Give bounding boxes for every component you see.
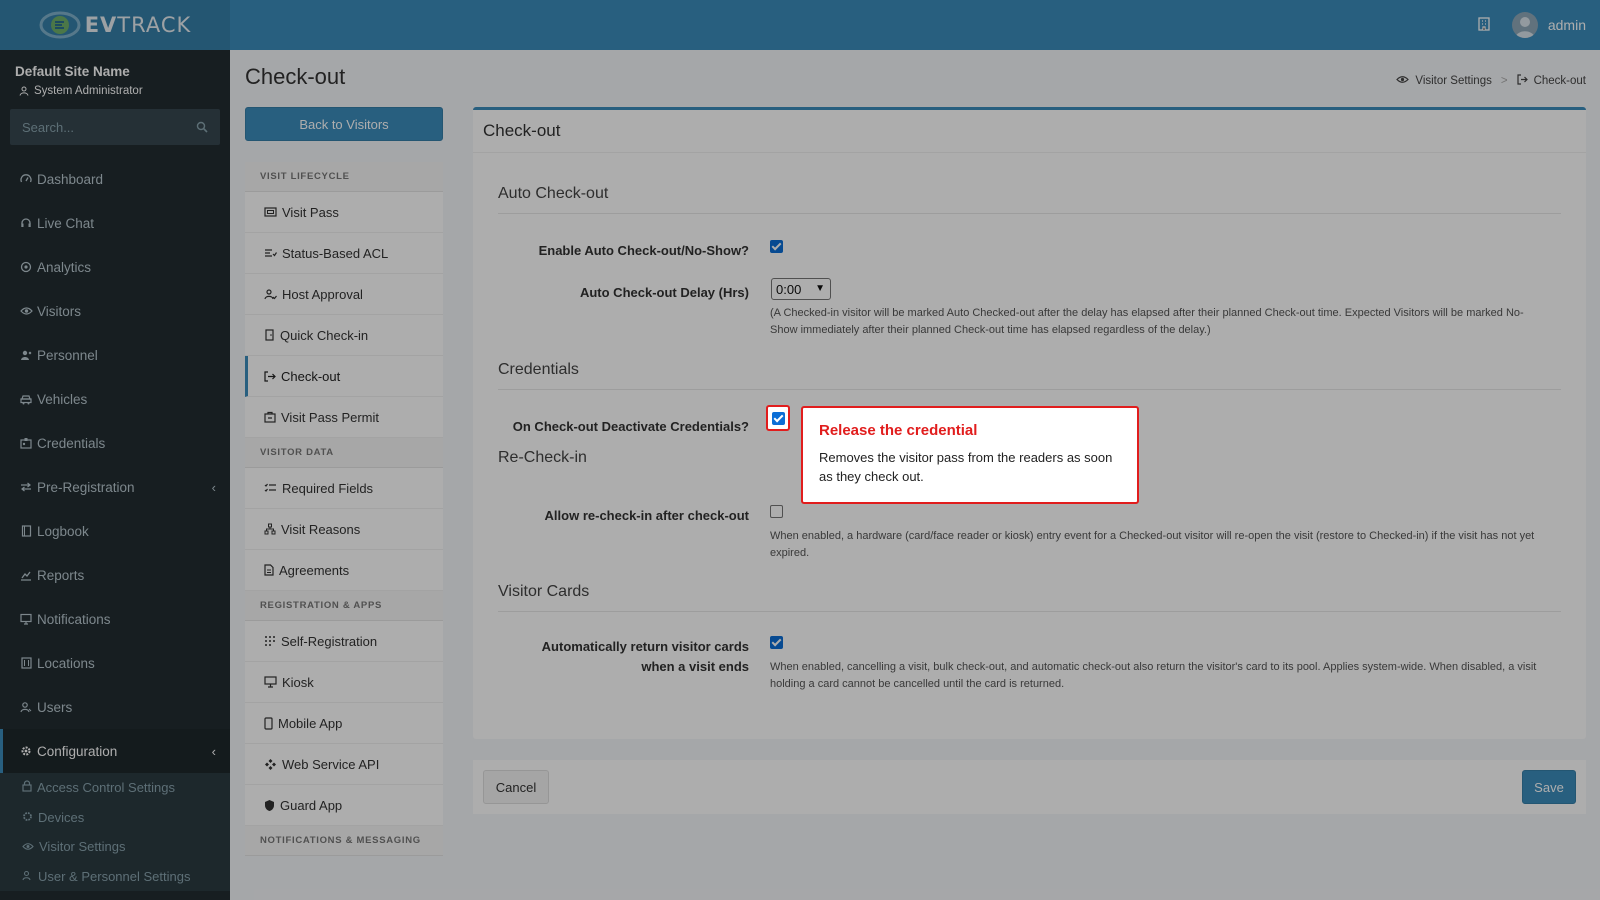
deactivate-credentials-checkbox[interactable] xyxy=(772,412,785,425)
tour-overlay xyxy=(0,0,1600,900)
tooltip-title: Release the credential xyxy=(819,422,978,439)
tour-highlight xyxy=(766,405,790,431)
tooltip-body: Removes the visitor pass from the reader… xyxy=(819,450,1113,484)
tour-tooltip: Release the credential Removes the visit… xyxy=(801,406,1139,504)
